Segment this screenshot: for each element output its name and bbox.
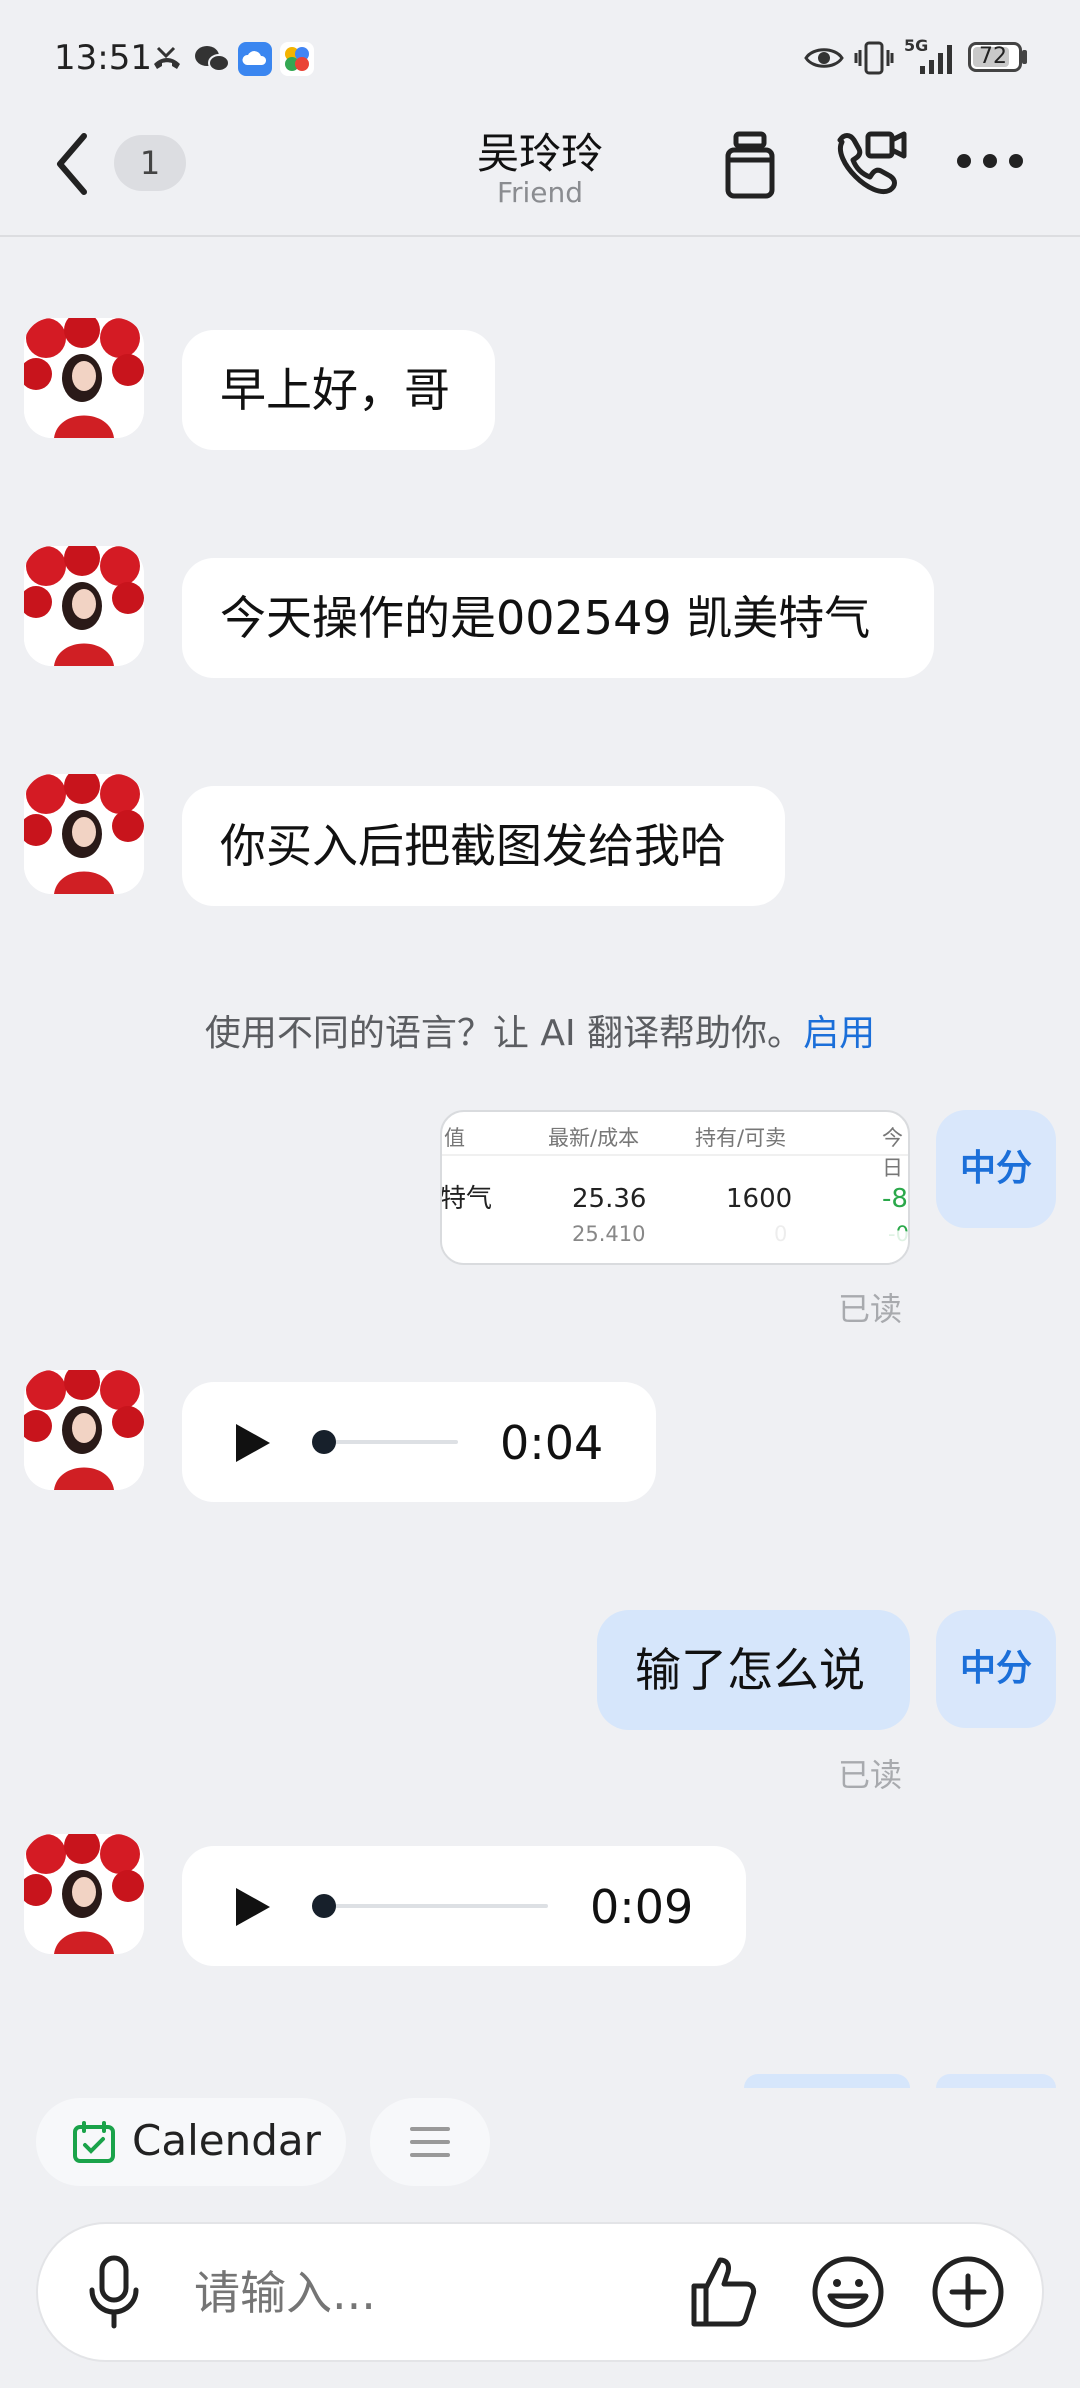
- voice-progress-dot[interactable]: [312, 1894, 336, 1918]
- avatar[interactable]: [24, 1370, 144, 1490]
- message-bubble[interactable]: 早上好，哥: [182, 330, 495, 450]
- avatar[interactable]: [24, 774, 144, 894]
- voice-progress-track[interactable]: [312, 1904, 548, 1908]
- avatar[interactable]: [24, 1834, 144, 1954]
- status-time: 13:51: [54, 38, 152, 78]
- status-bar: 13:51 5G 72: [0, 0, 1080, 120]
- read-receipt: 已读: [838, 1290, 903, 1328]
- calendar-label: Calendar: [132, 2116, 321, 2165]
- chat-subtitle: Friend: [496, 176, 584, 209]
- stock-header-hold: 持有/可卖: [695, 1126, 787, 1150]
- chat-title: 吴玲玲: [476, 129, 603, 178]
- eye-icon: [804, 48, 844, 68]
- menu-chip[interactable]: [370, 2098, 490, 2186]
- stock-header-today: 今日: [882, 1126, 903, 1180]
- chat-header: 1 吴玲玲 Friend: [0, 120, 1080, 237]
- message-input[interactable]: [192, 2254, 696, 2332]
- play-icon[interactable]: [232, 1422, 272, 1464]
- thumbs-up-icon[interactable]: [688, 2254, 758, 2328]
- avatar[interactable]: [24, 546, 144, 666]
- calendar-icon: [73, 2121, 115, 2163]
- next-avatar-peek: [936, 2074, 1056, 2088]
- calendar-chip[interactable]: Calendar: [36, 2098, 346, 2186]
- my-avatar-tag[interactable]: 中分: [936, 1610, 1056, 1728]
- clipboard-icon[interactable]: [722, 130, 778, 200]
- voice-message[interactable]: 0:09: [182, 1846, 746, 1966]
- stock-header-price: 最新/成本: [548, 1126, 640, 1150]
- battery-level: 72: [979, 44, 1007, 69]
- microphone-icon[interactable]: [86, 2254, 142, 2330]
- stock-header-value: 值: [444, 1126, 465, 1150]
- video-call-icon[interactable]: [832, 128, 908, 200]
- voice-message[interactable]: 0:04: [182, 1382, 656, 1502]
- voice-progress-dot[interactable]: [312, 1430, 336, 1454]
- my-avatar-tag[interactable]: 中分: [936, 1110, 1056, 1228]
- cloud-icon: [238, 42, 272, 76]
- screenshot-image[interactable]: 值 最新/成本 持有/可卖 今日 特气 25.36 25.410 1600 0 …: [440, 1110, 910, 1265]
- translate-notice-text: 使用不同的语言？让 AI 翻译帮助你。: [204, 1013, 804, 1054]
- message-bubble[interactable]: 今天操作的是002549 凯美特气: [182, 558, 934, 678]
- next-message-peek: [744, 2074, 910, 2088]
- emoji-icon[interactable]: [810, 2254, 886, 2330]
- pinwheel-icon: [280, 42, 314, 76]
- torn-edge: [442, 1221, 908, 1263]
- enable-translate-link[interactable]: 启用: [803, 1013, 875, 1054]
- missed-call-icon: [154, 46, 180, 69]
- translate-notice: 使用不同的语言？让 AI 翻译帮助你。启用: [0, 1004, 1080, 1056]
- my-message-bubble[interactable]: 输了怎么说: [597, 1610, 910, 1730]
- add-icon[interactable]: [930, 2254, 1006, 2330]
- voice-duration: 0:04: [500, 1416, 604, 1470]
- message-bubble[interactable]: 你买入后把截图发给我哈: [182, 786, 785, 906]
- vibrate-icon: [854, 41, 894, 75]
- more-icon[interactable]: [956, 150, 1024, 172]
- message-input-bar: [36, 2222, 1044, 2362]
- signal-icon: [920, 45, 952, 74]
- voice-duration: 0:09: [590, 1880, 694, 1934]
- battery-icon: 72: [968, 42, 1022, 72]
- read-receipt: 已读: [838, 1756, 903, 1794]
- avatar[interactable]: [24, 318, 144, 438]
- menu-icon: [410, 2127, 450, 2157]
- play-icon[interactable]: [232, 1886, 272, 1928]
- wechat-icon: [195, 46, 230, 72]
